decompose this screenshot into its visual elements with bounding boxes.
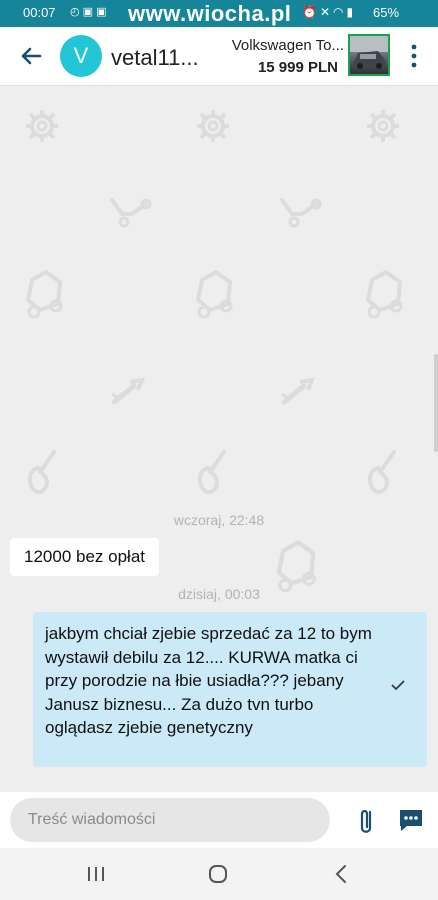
battery-level: 65% <box>373 5 400 20</box>
date-separator: wczoraj, 22:48 <box>173 512 265 528</box>
status-time: 00:07 <box>23 5 56 20</box>
wrench-icon <box>111 377 146 405</box>
message-input[interactable] <box>10 798 330 842</box>
status-icons: ⏰✕◠▮ <box>302 5 357 19</box>
ad-price: 15 999 PLN <box>257 59 338 76</box>
back-icon[interactable] <box>331 863 351 885</box>
guitar-icon <box>197 450 226 495</box>
date-separator: dzisiaj, 00:03 <box>178 586 260 602</box>
home-icon[interactable] <box>208 864 228 884</box>
gear-icon <box>26 110 58 142</box>
gear-icon <box>197 110 229 142</box>
outgoing-message-text: jakbym chciał zjebie sprzedać za 12 to b… <box>45 624 372 737</box>
chat-area: wczoraj, 22:48 12000 bez opłat dzisiaj, … <box>0 86 438 792</box>
tool-icon <box>110 198 152 228</box>
paperclip-icon[interactable] <box>352 806 380 836</box>
guitar-icon <box>367 450 396 495</box>
watermark: www.wiocha.pl <box>128 1 292 26</box>
tool-icon <box>280 198 322 228</box>
gear-icon <box>367 110 399 142</box>
recent-apps-icon[interactable] <box>85 865 107 883</box>
car-image <box>350 36 388 69</box>
car-icon <box>196 270 233 319</box>
back-arrow-icon[interactable] <box>16 41 46 71</box>
notification-icons: ◴ ▣ ▣ <box>70 6 107 18</box>
incoming-message[interactable]: 12000 bez opłat <box>10 538 159 576</box>
ad-thumbnail[interactable] <box>348 34 390 76</box>
contact-name[interactable]: vetal11... <box>111 45 199 71</box>
guitar-icon <box>27 450 56 495</box>
check-icon <box>391 680 405 691</box>
car-icon <box>26 270 63 319</box>
system-navigation-bar <box>0 848 438 900</box>
avatar[interactable]: V <box>60 35 102 77</box>
scrollbar[interactable] <box>434 354 438 452</box>
wrench-icon <box>281 377 316 405</box>
message-composer <box>0 792 438 848</box>
conversation-header: V vetal11... Volkswagen To... 15 999 PLN <box>0 27 438 86</box>
car-icon <box>366 270 403 319</box>
status-bar: 00:07 ◴ ▣ ▣ www.wiocha.pl ⏰✕◠▮ 65% <box>0 0 438 27</box>
outgoing-message[interactable]: jakbym chciał zjebie sprzedać za 12 to b… <box>33 612 427 767</box>
ad-title[interactable]: Volkswagen To... <box>214 37 344 54</box>
more-options-icon[interactable] <box>409 43 419 69</box>
send-message-icon[interactable] <box>398 807 424 833</box>
